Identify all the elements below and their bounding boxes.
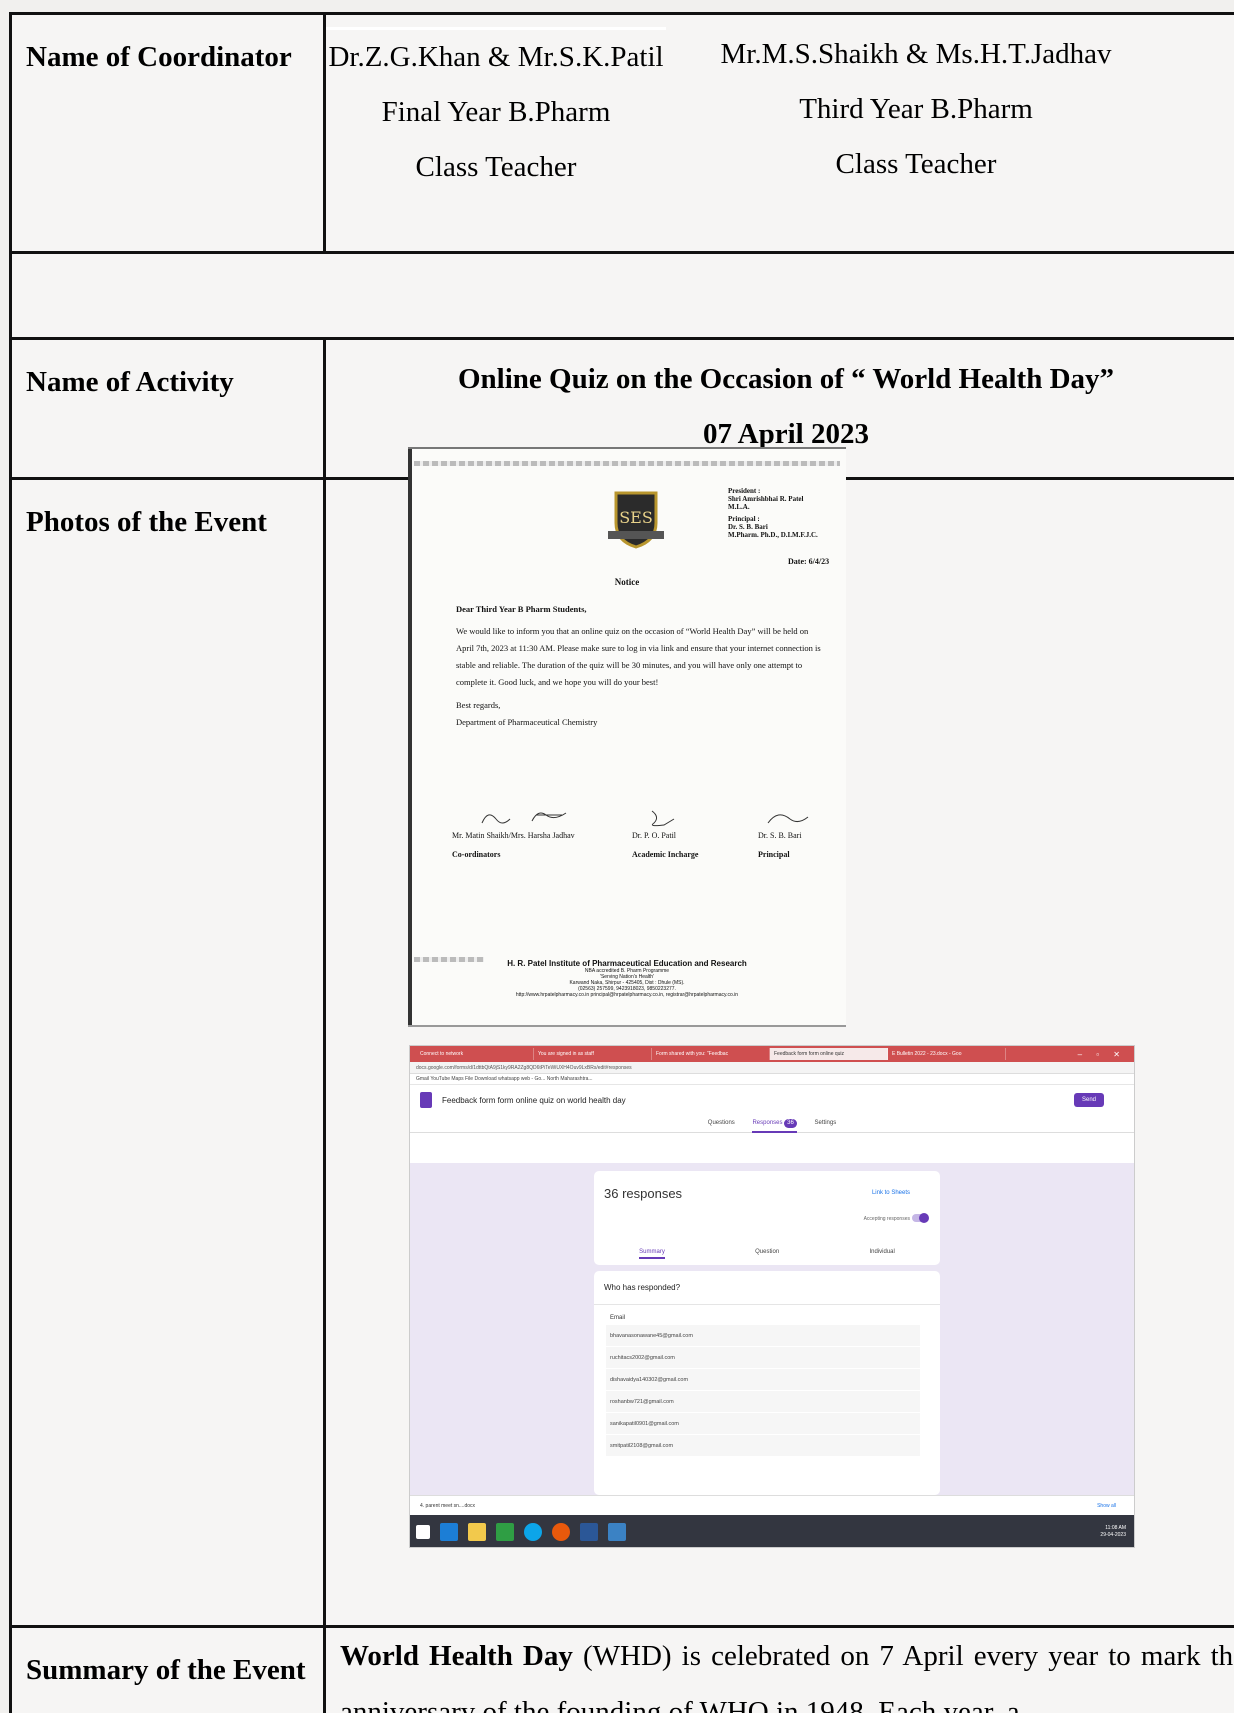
tab-responses[interactable]: Responses 36	[752, 1115, 797, 1133]
subtab-summary[interactable]: Summary	[639, 1249, 665, 1259]
signature-scribble-icon	[481, 812, 567, 824]
browser-tabbar: Connect to network You are signed in as …	[410, 1046, 1134, 1062]
signature-principal: Dr. S. B. Bari Principal	[758, 807, 818, 859]
browser-icon[interactable]	[524, 1523, 542, 1541]
signature-academic: Dr. P. O. Patil Academic Incharge	[632, 807, 698, 859]
download-bar: 4. parent meet sn....docx Show all	[410, 1495, 1134, 1516]
responses-card: 36 responses Link to Sheets Accepting re…	[594, 1171, 940, 1265]
activity-title: Online Quiz on the Occasion of “ World H…	[457, 363, 1115, 395]
notice-title: Notice	[614, 577, 640, 587]
list-item: dishavaidya140302@gmail.com	[606, 1369, 920, 1391]
link-to-sheets-button[interactable]: Link to Sheets	[872, 1190, 910, 1196]
photos-label: Photos of the Event	[9, 477, 326, 1628]
browser-tab[interactable]: Connect to network	[416, 1048, 534, 1060]
photos-icon[interactable]	[608, 1523, 626, 1541]
activity-label: Name of Activity	[9, 337, 326, 480]
list-item: bhavanasonawane45@gmail.com	[606, 1325, 920, 1347]
folder-icon[interactable]	[468, 1523, 486, 1541]
notice-footer: H. R. Patel Institute of Pharmaceutical …	[507, 959, 747, 998]
signature-scribble-icon	[651, 810, 675, 827]
forms-header: Feedback form form online quiz on world …	[410, 1085, 1134, 1115]
subtab-question[interactable]: Question	[755, 1249, 779, 1259]
email-header: Email	[610, 1315, 626, 1321]
college-crest-icon: SES	[608, 491, 664, 549]
browser-tab[interactable]: E Bulletin 2022 - 23.docx - Goo	[888, 1048, 1006, 1060]
tab-questions[interactable]: Questions	[708, 1115, 735, 1131]
signature-coordinators: Mr. Matin Shaikh/Mrs. Harsha Jadhav Co-o…	[452, 807, 602, 859]
notice-body: Dear Third Year B Pharm Students, We wou…	[456, 604, 821, 727]
coordinator-label: Name of Coordinator	[9, 12, 326, 254]
list-item: smitpatil2108@gmail.com	[606, 1435, 920, 1457]
respondents-card: Who has responded? Email bhavanasonawane…	[594, 1271, 940, 1495]
signature-scribble-icon	[767, 814, 809, 824]
coordinator-row: Name of Coordinator Dr.Z.G.Khan & Mr.S.K…	[9, 12, 1234, 254]
forms-body: 36 responses Link to Sheets Accepting re…	[410, 1163, 1134, 1495]
empty-row	[9, 251, 1234, 340]
summary-text: World Health Day (WHD) is celebrated on …	[340, 1640, 1234, 1713]
word-icon[interactable]	[580, 1523, 598, 1541]
who-responded-heading: Who has responded?	[594, 1271, 940, 1305]
forms-icon	[420, 1092, 432, 1108]
accepting-toggle[interactable]	[912, 1213, 929, 1223]
windows-start-icon[interactable]	[416, 1525, 430, 1539]
notice-signatures: Mr. Matin Shaikh/Mrs. Harsha Jadhav Co-o…	[452, 807, 832, 867]
responses-heading: 36 responses	[604, 1186, 683, 1201]
bookmarks-bar[interactable]: Gmail YouTube Maps File Download whatsap…	[410, 1074, 1134, 1085]
accepting-label: Accepting responses	[863, 1216, 910, 1222]
notice-header-right: President : Shri Amrishbhai R. Patel M.L…	[728, 487, 818, 539]
show-all-button[interactable]: Show all	[1097, 1496, 1116, 1516]
list-item: sanikapatil0901@gmail.com	[606, 1413, 920, 1435]
summary-label: Summary of the Event	[9, 1625, 326, 1713]
summary-row: Summary of the Event World Health Day (W…	[9, 1625, 1234, 1713]
browser-tab-active[interactable]: Feedback form form online quiz	[770, 1048, 888, 1060]
windows-taskbar: 11:08 AM 29-04-2023	[410, 1515, 1134, 1547]
list-item: ruchitacs2002@gmail.com	[606, 1347, 920, 1369]
responses-subtabs: Summary Question Individual	[594, 1249, 940, 1259]
browser-tab[interactable]: Form shared with you: "Feedbac	[652, 1048, 770, 1060]
browser-tab[interactable]: You are signed in as staff	[534, 1048, 652, 1060]
list-item: roshanbw721@gmail.com	[606, 1391, 920, 1413]
svg-text:SES: SES	[619, 508, 653, 527]
responses-count-badge: 36	[784, 1119, 797, 1128]
window-controls-icon[interactable]: – ▫ ✕	[1078, 1050, 1134, 1059]
address-bar[interactable]: docs.google.com/forms/d/1dttbQtA9jS1ky9R…	[410, 1062, 1134, 1074]
forms-tabs: Questions Responses 36 Settings	[410, 1115, 1134, 1133]
google-forms-screenshot: Connect to network You are signed in as …	[409, 1045, 1135, 1548]
chrome-icon[interactable]	[552, 1523, 570, 1541]
subtab-individual[interactable]: Individual	[869, 1249, 894, 1259]
store-icon[interactable]	[496, 1523, 514, 1541]
form-title: Feedback form form online quiz on world …	[442, 1095, 626, 1105]
edge-icon[interactable]	[440, 1523, 458, 1541]
send-button[interactable]: Send	[1073, 1093, 1104, 1107]
notice-image: SES President : Shri Amrishbhai R. Patel…	[408, 447, 846, 1027]
notice-date: Date: 6/4/23	[788, 557, 830, 566]
coordinator-left: Dr.Z.G.Khan & Mr.S.K.Patil Final Year B.…	[326, 27, 666, 183]
taskbar-clock: 11:08 AM 29-04-2023	[1100, 1525, 1126, 1538]
download-item[interactable]: 4. parent meet sn....docx	[420, 1503, 475, 1509]
tab-settings[interactable]: Settings	[815, 1115, 837, 1131]
coordinator-right: Mr.M.S.Shaikh & Ms.H.T.Jadhav Third Year…	[720, 38, 1112, 180]
